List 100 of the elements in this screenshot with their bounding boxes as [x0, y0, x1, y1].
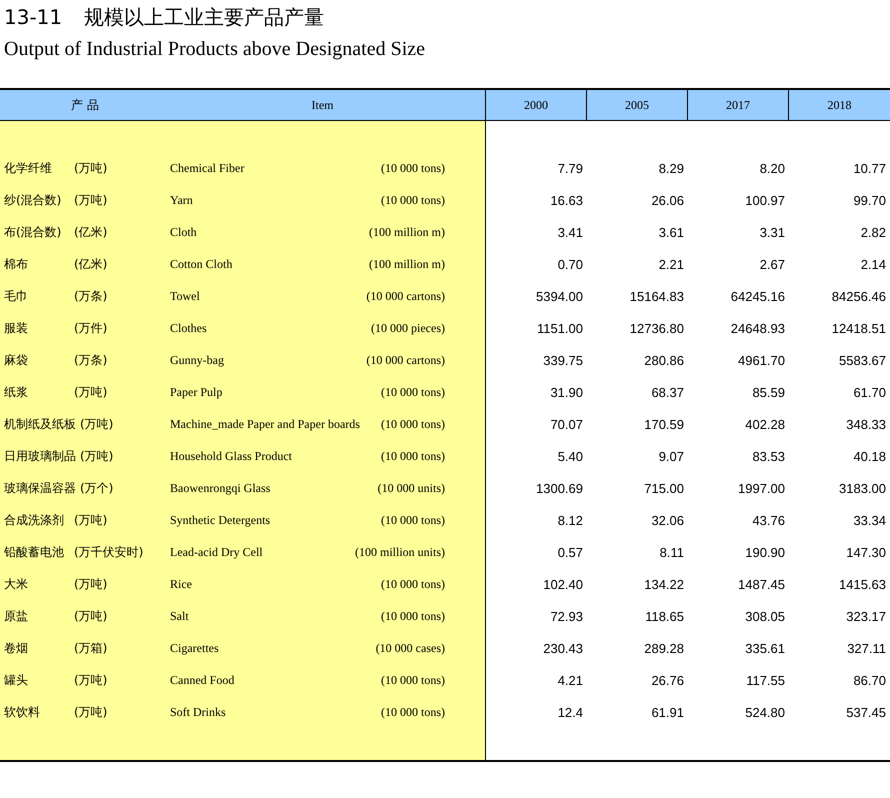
table-cell-text: 72.93 [549, 608, 584, 624]
unit-label: (万吨) [74, 672, 108, 688]
table-cell-text: 84256.46 [830, 288, 887, 304]
unit-label: (10 000 pieces) [371, 320, 445, 336]
unit-label: (10 000 tons) [381, 512, 445, 528]
product-name: 原盐 [4, 608, 29, 624]
unit-label: (万吨) [74, 704, 108, 720]
table-cell-text: 24648.93 [730, 320, 786, 336]
table-cell-text: 3183.00 [838, 480, 887, 496]
product-name: Cotton Cloth [170, 256, 232, 272]
unit-label: (万吨) [74, 512, 108, 528]
unit-label: (10 000 tons) [381, 416, 445, 432]
table-cell-text: 7.79 [556, 160, 584, 176]
table-cell-text: 8.20 [758, 160, 786, 176]
table-cell-text: 715.00 [643, 480, 685, 496]
table-cell-text: 12.4 [556, 704, 584, 720]
table-cell-text: 289.28 [643, 640, 685, 656]
table-cell-text: 537.45 [845, 704, 887, 720]
product-name: Rice [170, 576, 192, 592]
product-name: Yarn [170, 192, 193, 208]
table-cell-text: 70.07 [549, 416, 584, 432]
product-name: 化学纤维 [4, 160, 53, 176]
table-cell-text: 86.70 [852, 672, 887, 688]
table-cell-text: 5.40 [556, 448, 584, 464]
table-cell-text: 26.06 [650, 192, 685, 208]
table-cell-text: 8.11 [658, 544, 685, 560]
table-cell-text: 85.59 [751, 384, 786, 400]
table-cell-text: 5394.00 [535, 288, 584, 304]
table-cell-text: 3.31 [758, 224, 786, 240]
table-cell-text: 4961.70 [737, 352, 786, 368]
product-name: Gunny-bag [170, 352, 224, 368]
column-header: 2000 [486, 90, 587, 120]
product-name: Baowenrongqi Glass [170, 480, 270, 496]
unit-label: (亿米) [74, 224, 108, 240]
product-name: 纱(混合数) [4, 192, 62, 208]
table-cell-text: 100.97 [744, 192, 786, 208]
product-name: 大米 [4, 576, 29, 592]
table-cell-text: 230.43 [542, 640, 584, 656]
table-cell-text: 9.07 [658, 448, 685, 464]
table-cell-text: 1487.45 [737, 576, 786, 592]
table-cell-text: 99.70 [852, 192, 887, 208]
table-cell-text: 117.55 [745, 672, 786, 688]
table-cell-text: 12736.80 [628, 320, 685, 336]
product-name: 软饮料 [4, 704, 41, 720]
table-cell-text: 31.90 [549, 384, 584, 400]
product-name: Household Glass Product [170, 448, 292, 464]
table-cell-text: 15164.83 [628, 288, 685, 304]
table-cell-text: 0.57 [556, 544, 584, 560]
table-cell-text: 335.61 [744, 640, 786, 656]
unit-label: (亿米) [74, 256, 108, 272]
product-name: Cigarettes [170, 640, 219, 656]
unit-label: (10 000 tons) [381, 192, 445, 208]
table-cell-text: 26.76 [650, 672, 685, 688]
table-cell-text: 118.65 [644, 608, 685, 624]
product-name: 麻袋 [4, 352, 29, 368]
table-cell-text: 61.91 [650, 704, 685, 720]
unit-label: (10 000 tons) [381, 160, 445, 176]
unit-label: (10 000 units) [378, 480, 445, 496]
table-cell-text: 0.70 [556, 256, 584, 272]
table-cell-text: 2.21 [658, 256, 685, 272]
table-cell-text: 102.40 [542, 576, 584, 592]
table-cell-text: 2.67 [758, 256, 786, 272]
unit-label: (万箱) [74, 640, 108, 656]
unit-label: (10 000 cartons) [366, 288, 445, 304]
unit-label: (10 000 cartons) [366, 352, 445, 368]
table-cell-text: 308.05 [744, 608, 786, 624]
table-cell-text: 83.53 [751, 448, 786, 464]
table-cell-text: 147.30 [845, 544, 887, 560]
product-name: 玻璃保温容器 [4, 480, 76, 496]
table-cell-text: 40.18 [852, 448, 887, 464]
unit-label: (万吨) [74, 608, 108, 624]
table-cell-text: 524.80 [744, 704, 786, 720]
table-cell-text: 1151.00 [536, 320, 584, 336]
product-name: Canned Food [170, 672, 234, 688]
table-number: 13-11 [4, 4, 62, 30]
table-cell-text: 402.28 [744, 416, 786, 432]
table-cell-text: 8.29 [658, 160, 685, 176]
table-cell-text: 1415.63 [838, 576, 887, 592]
table-cell-text: 33.34 [852, 512, 887, 528]
product-name: Chemical Fiber [170, 160, 244, 176]
table-cell-text: 2.14 [860, 256, 887, 272]
unit-label: (10 000 tons) [381, 576, 445, 592]
unit-label: (100 million m) [369, 256, 445, 272]
table-cell-text: 4.21 [556, 672, 584, 688]
column-header: 产 品 [70, 96, 100, 114]
table-cell-text: 327.11 [846, 640, 887, 656]
unit-label: (万吨) [74, 192, 108, 208]
table-cell-text: 64245.16 [730, 288, 786, 304]
product-name: 纸浆 [4, 384, 29, 400]
product-name: 棉布 [4, 256, 29, 272]
unit-label: (10 000 tons) [381, 384, 445, 400]
column-header: 2005 [587, 90, 688, 120]
table-cell-text: 190.90 [744, 544, 786, 560]
table-cell-text: 3.41 [556, 224, 584, 240]
column-header: 2018 [826, 96, 852, 114]
table-cell-text: 32.06 [650, 512, 685, 528]
unit-label: (10 000 tons) [381, 704, 445, 720]
unit-label: (10 000 cases) [376, 640, 445, 656]
table-cell-text: 348.33 [845, 416, 887, 432]
table-cell-text: 5583.67 [838, 352, 887, 368]
